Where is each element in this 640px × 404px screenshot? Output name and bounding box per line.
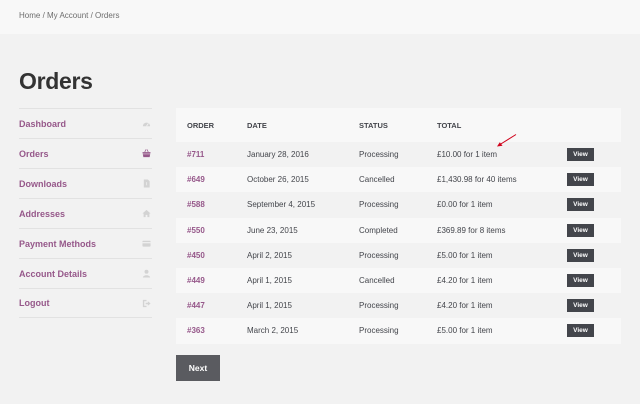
- sidebar-item-label: Downloads: [19, 178, 68, 189]
- order-status: Processing: [348, 293, 426, 319]
- order-date: September 4, 2015: [236, 192, 348, 218]
- order-number-link[interactable]: #450: [187, 251, 205, 260]
- order-number-link[interactable]: #711: [187, 150, 204, 159]
- view-order-button[interactable]: View: [567, 324, 594, 338]
- order-status: Processing: [348, 192, 426, 218]
- order-date: April 2, 2015: [236, 242, 348, 268]
- order-total: £5.00 for 1 item: [426, 318, 556, 344]
- sidebar-item-payment-methods[interactable]: Payment Methods: [19, 228, 152, 258]
- view-order-button[interactable]: View: [567, 148, 594, 162]
- annotation-arrow-icon: [497, 134, 517, 147]
- column-header-actions: [556, 108, 621, 142]
- order-status: Processing: [348, 242, 426, 268]
- sidebar-item-orders[interactable]: Orders: [19, 138, 152, 168]
- order-total: £369.89 for 8 items: [426, 217, 556, 243]
- order-total: £1,430.98 for 40 items: [426, 167, 556, 193]
- view-order-button[interactable]: View: [567, 248, 594, 262]
- sidebar-item-dashboard[interactable]: Dashboard: [19, 108, 152, 138]
- order-status: Completed: [348, 217, 426, 243]
- table-row: #649 October 26, 2015 Cancelled £1,430.9…: [176, 167, 621, 193]
- sidebar-item-label: Dashboard: [19, 118, 67, 129]
- page-title: Orders: [19, 68, 93, 94]
- table-row: #363 March 2, 2015 Processing £5.00 for …: [176, 318, 621, 344]
- sidebar-item-label: Account Details: [19, 268, 88, 279]
- order-number-link[interactable]: #447: [187, 301, 205, 310]
- file-icon: [142, 179, 151, 188]
- table-row: #450 April 2, 2015 Processing £5.00 for …: [176, 242, 621, 268]
- top-bar: Home / My Account / Orders: [0, 0, 640, 34]
- sidebar-item-downloads[interactable]: Downloads: [19, 168, 152, 198]
- table-row: #711 January 28, 2016 Processing £10.00 …: [176, 142, 621, 168]
- order-number-link[interactable]: #649: [187, 175, 205, 184]
- order-date: October 26, 2015: [236, 167, 348, 193]
- column-header-order: ORDER: [176, 108, 236, 142]
- view-order-button[interactable]: View: [567, 198, 594, 212]
- table-row: #449 April 1, 2015 Cancelled £4.20 for 1…: [176, 267, 621, 294]
- order-total: £4.20 for 1 item: [426, 293, 556, 319]
- view-order-button[interactable]: View: [567, 223, 594, 237]
- breadcrumb: Home / My Account / Orders: [19, 11, 120, 20]
- account-navigation: Dashboard Orders Downloads Addresses Pay…: [19, 108, 152, 318]
- order-total: £0.00 for 1 item: [426, 192, 556, 218]
- sidebar-item-account-details[interactable]: Account Details: [19, 258, 152, 288]
- orders-table: ORDER DATE STATUS TOTAL #711 January 28,…: [176, 108, 621, 344]
- order-date: January 28, 2016: [236, 142, 348, 168]
- next-page-button[interactable]: Next: [176, 355, 220, 381]
- basket-icon: [142, 149, 151, 158]
- sidebar-item-label: Addresses: [19, 208, 66, 219]
- order-status: Processing: [348, 318, 426, 344]
- logout-icon: [142, 299, 151, 308]
- sidebar-item-label: Logout: [19, 298, 50, 308]
- order-number-link[interactable]: #449: [187, 276, 205, 285]
- sidebar-item-label: Orders: [19, 148, 49, 159]
- order-total: £4.20 for 1 item: [426, 267, 556, 294]
- table-header-row: ORDER DATE STATUS TOTAL: [176, 108, 621, 142]
- order-number-link[interactable]: #588: [187, 200, 205, 209]
- order-date: April 1, 2015: [236, 293, 348, 319]
- table-row: #550 June 23, 2015 Completed £369.89 for…: [176, 217, 621, 243]
- order-number-link[interactable]: #550: [187, 226, 205, 235]
- order-date: April 1, 2015: [236, 267, 348, 294]
- order-status: Cancelled: [348, 267, 426, 294]
- column-header-total: TOTAL: [426, 108, 556, 142]
- sidebar-item-addresses[interactable]: Addresses: [19, 198, 152, 228]
- view-order-button[interactable]: View: [567, 274, 594, 288]
- order-number-link[interactable]: #363: [187, 326, 205, 335]
- order-status: Cancelled: [348, 167, 426, 193]
- sidebar-item-label: Payment Methods: [19, 238, 97, 249]
- view-order-button[interactable]: View: [567, 173, 594, 187]
- column-header-status: STATUS: [348, 108, 426, 142]
- order-date: June 23, 2015: [236, 217, 348, 243]
- orders-table-panel: ORDER DATE STATUS TOTAL #711 January 28,…: [176, 108, 621, 344]
- table-row: #588 September 4, 2015 Processing £0.00 …: [176, 192, 621, 218]
- order-total: £5.00 for 1 item: [426, 242, 556, 268]
- column-header-date: DATE: [236, 108, 348, 142]
- user-icon: [142, 269, 151, 278]
- order-status: Processing: [348, 142, 426, 168]
- dashboard-icon: [142, 119, 151, 128]
- table-row: #447 April 1, 2015 Processing £4.20 for …: [176, 293, 621, 319]
- view-order-button[interactable]: View: [567, 299, 594, 313]
- order-total: £10.00 for 1 item: [426, 142, 556, 168]
- order-date: March 2, 2015: [236, 318, 348, 344]
- sidebar-item-logout[interactable]: Logout: [19, 288, 152, 318]
- credit-card-icon: [142, 239, 151, 248]
- home-icon: [142, 209, 151, 218]
